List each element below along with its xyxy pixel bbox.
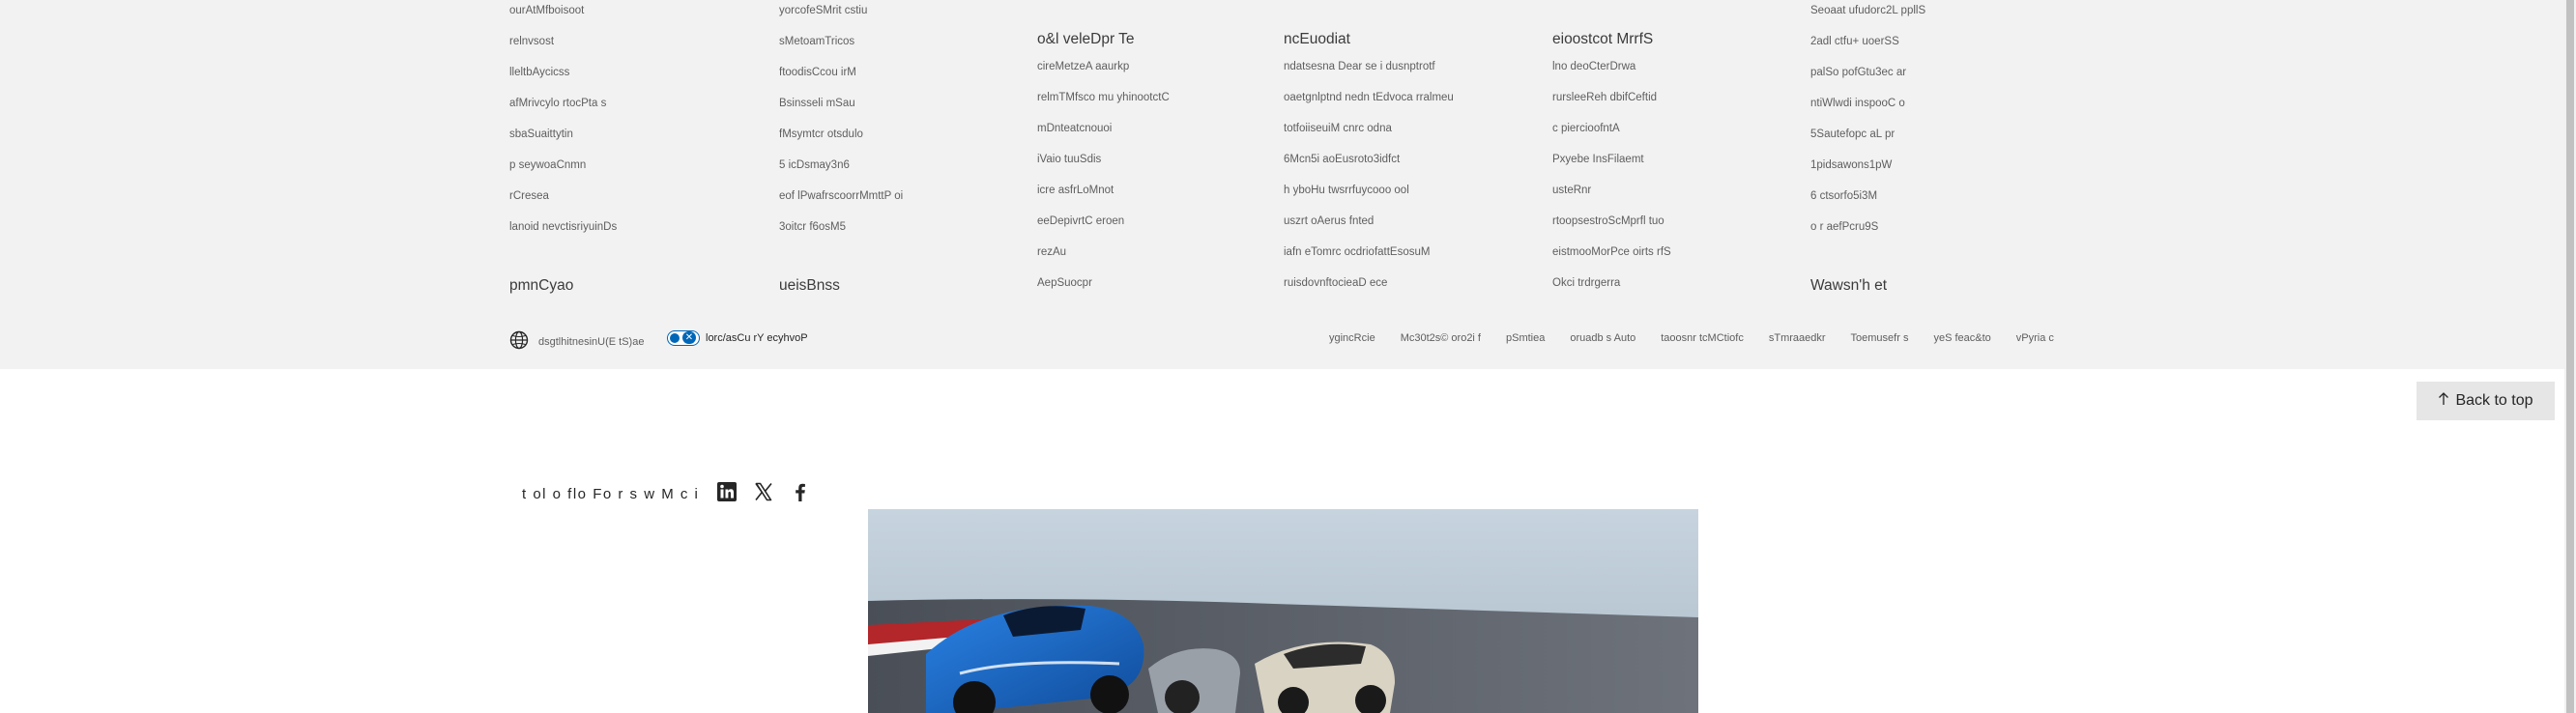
scrollbar-thumb[interactable] [2566, 0, 2574, 713]
legal-link[interactable]: sTmraaedkr [1769, 332, 1826, 344]
footer-column-heading: o&l veleDpr Te [1037, 31, 1135, 47]
footer-bottom-row: dsgtlhitnesinU(E tS)ae ✕ lorc/asCu rY ec… [0, 328, 2576, 352]
footer-link[interactable]: ftoodisCcou irM [779, 62, 903, 93]
footer-link[interactable]: iafn eTomrc ocdriofattEsosuM [1284, 242, 1454, 272]
footer-link[interactable]: afMrivcylo rtocPta s [509, 93, 617, 124]
footer-link[interactable]: oaetgnlptnd nedn tEdvoca rralmeu [1284, 87, 1454, 118]
footer-link[interactable]: Seoaat ufudorc2L ppllS [1810, 0, 1925, 31]
footer-column-5: eioostcot MrrfS lno deoCterDrwa rursleeR… [1552, 25, 1671, 303]
footer-link[interactable]: 6 ctsorfo5i3M [1810, 185, 1925, 216]
legal-link[interactable]: ygincRcie [1329, 332, 1375, 344]
footer-link[interactable]: totfoiiseuiM cnrc odna [1284, 118, 1454, 149]
footer-column-1: ourAtMfboisoot relnvsost lleltbAycicss a… [509, 0, 617, 247]
legal-link[interactable]: taoosnr tcMCtiofc [1661, 332, 1744, 344]
footer-link[interactable]: 5Sautefopc aL pr [1810, 124, 1925, 155]
footer-link[interactable]: cireMetzeA aaurkp [1037, 56, 1170, 87]
locale-selector[interactable]: dsgtlhitnesinU(E tS)ae [509, 330, 644, 353]
footer-link[interactable]: iVaio tuuSdis [1037, 149, 1170, 180]
footer-link[interactable]: lleltbAycicss [509, 62, 617, 93]
footer-column-3: o&l veleDpr Te cireMetzeA aaurkp relmTMf… [1037, 25, 1170, 303]
footer-link[interactable]: relnvsost [509, 31, 617, 62]
footer-link[interactable]: c piercioofntA [1552, 118, 1671, 149]
facebook-icon[interactable] [790, 481, 811, 507]
footer-link[interactable]: icre asfrLoMnot [1037, 180, 1170, 211]
footer-link[interactable]: eeDepivrtC eroen [1037, 211, 1170, 242]
site-footer: ourAtMfboisoot relnvsost lleltbAycicss a… [0, 0, 2576, 369]
footer-link[interactable]: p seywoaCnmn [509, 155, 617, 185]
linkedin-icon[interactable] [716, 481, 738, 507]
share-bar: t ol o flo Fo r s w M c i [522, 481, 811, 507]
legal-links: ygincRcie Mc30t2s© oro2i f pSmtiea oruad… [1329, 332, 2054, 344]
footer-link[interactable]: eof lPwafrscoorrMmttP oi [779, 185, 903, 216]
footer-link[interactable]: rezAu [1037, 242, 1170, 272]
globe-icon [509, 330, 529, 353]
footer-link[interactable]: ruisdovnftocieaD ece [1284, 272, 1454, 303]
footer-column-heading: eioostcot MrrfS [1552, 31, 1654, 47]
privacy-choices-label: lorc/asCu rY ecyhvoP [706, 332, 808, 344]
footer-link[interactable]: fMsymtcr otsdulo [779, 124, 903, 155]
footer-column-heading: ncEuodiat [1284, 31, 1350, 47]
footer-link[interactable]: 6Mcn5i aoEusroto3idfct [1284, 149, 1454, 180]
footer-column-4: ncEuodiat ndatsesna Dear se i dusnptrotf… [1284, 25, 1454, 303]
footer-link[interactable]: lanoid nevctisriyuinDs [509, 216, 617, 247]
legal-link[interactable]: Toemusefr s [1851, 332, 1909, 344]
footer-column-2: yorcofeSMrit cstiu sMetoamTricos ftoodis… [779, 0, 903, 247]
footer-link[interactable]: AepSuocpr [1037, 272, 1170, 303]
footer-link[interactable]: yorcofeSMrit cstiu [779, 0, 903, 31]
footer-link[interactable]: palSo pofGtu3ec ar [1810, 62, 1925, 93]
locale-label: dsgtlhitnesinU(E tS)ae [538, 335, 645, 348]
footer-link[interactable]: Okci trdrgerra [1552, 272, 1671, 303]
footer-link[interactable]: lno deoCterDrwa [1552, 56, 1671, 87]
footer-link[interactable]: ndatsesna Dear se i dusnptrotf [1284, 56, 1454, 87]
footer-link[interactable]: usteRnr [1552, 180, 1671, 211]
hero-image [868, 509, 1698, 713]
legal-link[interactable]: pSmtiea [1506, 332, 1545, 344]
footer-link[interactable]: 2adl ctfu+ uoerSS [1810, 31, 1925, 62]
footer-heading-whats-new: Wawsn'h et [1810, 277, 1888, 294]
footer-link[interactable]: o r aefPcru9S [1810, 216, 1925, 247]
footer-link[interactable]: eistmooMorPce oirts rfS [1552, 242, 1671, 272]
x-icon[interactable] [753, 481, 774, 507]
footer-column-6: Seoaat ufudorc2L ppllS 2adl ctfu+ uoerSS… [1810, 0, 1925, 247]
footer-link[interactable]: mDnteatcnouoi [1037, 118, 1170, 149]
footer-link[interactable]: 1pidsawons1pW [1810, 155, 1925, 185]
legal-link[interactable]: Mc30t2s© oro2i f [1401, 332, 1481, 344]
footer-link[interactable]: Pxyebe InsFilaemt [1552, 149, 1671, 180]
back-to-top-button[interactable]: Back to top [2417, 382, 2555, 420]
footer-link[interactable]: h yboHu twsrrfuycooo ool [1284, 180, 1454, 211]
privacy-choices-icon: ✕ [667, 330, 700, 346]
legal-link[interactable]: vPyria c [2016, 332, 2054, 344]
footer-link[interactable]: 5 icDsmay3n6 [779, 155, 903, 185]
privacy-choices-link[interactable]: ✕ lorc/asCu rY ecyhvoP [667, 330, 808, 346]
footer-link[interactable]: relmTMfsco mu yhinootctC [1037, 87, 1170, 118]
footer-link[interactable]: sMetoamTricos [779, 31, 903, 62]
footer-link[interactable]: 3oitcr f6osM5 [779, 216, 903, 247]
footer-heading-business: ueisBnss [779, 277, 840, 294]
arrow-up-icon [2438, 391, 2449, 411]
legal-link[interactable]: oruadb s Auto [1570, 332, 1635, 344]
footer-link[interactable]: rCresea [509, 185, 617, 216]
legal-link[interactable]: yeS feac&to [1933, 332, 1990, 344]
page-scrollbar[interactable] [2564, 0, 2576, 713]
footer-link[interactable]: ourAtMfboisoot [509, 0, 617, 31]
footer-link[interactable]: rursleeReh dbifCeftid [1552, 87, 1671, 118]
footer-link[interactable]: Bsinsseli mSau [779, 93, 903, 124]
footer-heading-company: pmnCyao [509, 277, 574, 294]
footer-link[interactable]: ntiWlwdi inspooC o [1810, 93, 1925, 124]
footer-link[interactable]: rtoopsestroScMprfl tuo [1552, 211, 1671, 242]
footer-link[interactable]: sbaSuaittytin [509, 124, 617, 155]
footer-link[interactable]: uszrt oAerus fnted [1284, 211, 1454, 242]
share-label: t ol o flo Fo r s w M c i [522, 486, 700, 502]
back-to-top-label: Back to top [2455, 392, 2533, 409]
